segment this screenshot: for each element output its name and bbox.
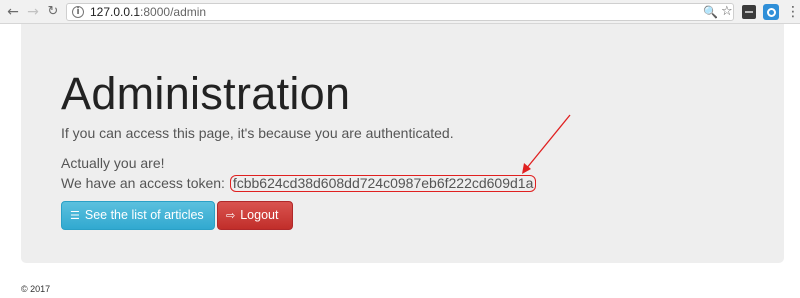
- annotation-arrow: [522, 114, 571, 174]
- annotation-arrow-line: [525, 114, 571, 170]
- footer-copyright: © 2017: [21, 284, 51, 294]
